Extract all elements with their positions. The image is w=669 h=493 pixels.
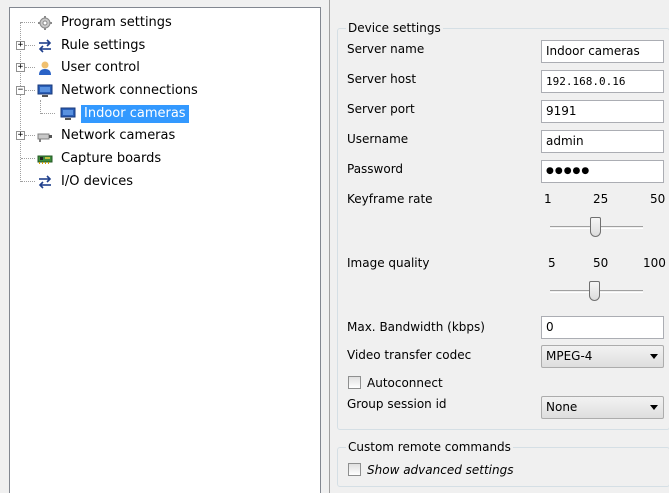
expand-rule-settings-button[interactable]: + — [16, 41, 25, 50]
codec-dropdown[interactable]: MPEG-4 — [541, 345, 664, 368]
username-label: Username — [347, 132, 409, 146]
tree-connector — [40, 100, 41, 114]
tree-connector — [25, 135, 35, 136]
camera-icon — [37, 128, 53, 144]
tree-item-user-control[interactable]: User control — [37, 58, 143, 78]
tree-item-io-devices[interactable]: I/O devices — [37, 172, 136, 192]
tree-item-label: Capture boards — [61, 151, 162, 166]
keyframe-min-tick: 1 — [544, 192, 552, 206]
codec-value: MPEG-4 — [546, 349, 593, 363]
codec-label: Video transfer codec — [347, 348, 472, 362]
tree-connector — [21, 158, 35, 159]
tree-connector — [25, 45, 35, 46]
monitor-icon — [60, 106, 76, 122]
autoconnect-label: Autoconnect — [367, 376, 443, 390]
quality-slider-thumb[interactable] — [588, 281, 600, 301]
image-quality-scale: 5 50 100 — [532, 256, 667, 270]
chevron-down-icon — [650, 354, 658, 359]
server-port-input[interactable]: 9191 — [541, 100, 664, 123]
tree-item-label: Indoor cameras — [81, 105, 189, 123]
chevron-down-icon — [650, 405, 658, 410]
tree-item-label: Program settings — [61, 15, 172, 30]
quality-max-tick: 100 — [643, 256, 666, 270]
server-name-input[interactable]: Indoor cameras — [541, 40, 664, 63]
tree-item-label: Network cameras — [61, 128, 176, 143]
arrows-icon — [37, 38, 53, 54]
expand-network-cameras-button[interactable]: + — [16, 131, 25, 140]
keyframe-slider-thumb[interactable] — [590, 217, 602, 237]
keyframe-scale: 1 25 50 — [532, 192, 667, 206]
tree-item-capture-boards[interactable]: Capture boards — [37, 149, 164, 169]
arrows-icon — [37, 174, 53, 190]
password-input[interactable]: ●●●●● — [541, 160, 664, 183]
device-tree[interactable]: + + − + Program settings Rule settings U… — [9, 7, 321, 493]
keyframe-mid-tick: 25 — [593, 192, 609, 206]
password-label: Password — [347, 162, 404, 176]
server-host-label: Server host — [347, 72, 417, 86]
monitor-icon — [37, 83, 53, 99]
tree-item-label: User control — [61, 60, 140, 75]
tree-item-label: Network connections — [61, 83, 198, 98]
keyframe-rate-label: Keyframe rate — [347, 192, 433, 206]
tree-item-rule-settings[interactable]: Rule settings — [37, 36, 148, 56]
bandwidth-input[interactable]: 0 — [541, 316, 664, 339]
tree-item-network-cameras[interactable]: Network cameras — [37, 126, 178, 146]
tree-connector — [25, 67, 35, 68]
tree-item-label: I/O devices — [61, 174, 134, 189]
group-title: Custom remote commands — [346, 440, 513, 454]
server-name-label: Server name — [347, 42, 425, 56]
tree-item-program-settings[interactable]: Program settings — [37, 13, 175, 33]
board-icon — [37, 151, 53, 167]
user-icon — [37, 60, 53, 76]
tree-item-label: Rule settings — [61, 38, 146, 53]
settings-pane: Device settings Server name Indoor camer… — [329, 0, 669, 493]
group-title: Device settings — [346, 21, 443, 35]
tree-connector — [21, 22, 35, 23]
tree-item-indoor-cameras[interactable]: Indoor cameras — [60, 104, 189, 124]
gear-icon — [37, 15, 53, 31]
show-advanced-checkbox[interactable] — [348, 463, 361, 476]
collapse-network-connections-button[interactable]: − — [16, 86, 25, 95]
tree-connector — [41, 113, 55, 114]
quality-min-tick: 5 — [548, 256, 556, 270]
show-advanced-label: Show advanced settings — [367, 463, 514, 477]
keyframe-rate-slider[interactable] — [550, 217, 643, 237]
group-session-value: None — [546, 400, 578, 414]
expand-user-control-button[interactable]: + — [16, 63, 25, 72]
bandwidth-label: Max. Bandwidth (kbps) — [347, 320, 485, 334]
tree-connector — [25, 90, 35, 91]
tree-connector — [21, 181, 35, 182]
tree-item-network-connections[interactable]: Network connections — [37, 81, 201, 101]
image-quality-slider[interactable] — [550, 281, 643, 301]
server-host-input[interactable]: 192.168.0.16 — [541, 70, 664, 93]
autoconnect-checkbox[interactable] — [348, 376, 361, 389]
group-session-label: Group session id — [347, 397, 447, 411]
quality-mid-tick: 50 — [593, 256, 609, 270]
username-input[interactable]: admin — [541, 130, 664, 153]
image-quality-label: Image quality — [347, 256, 430, 270]
keyframe-max-tick: 50 — [650, 192, 666, 206]
server-port-label: Server port — [347, 102, 415, 116]
group-session-dropdown[interactable]: None — [541, 396, 664, 419]
